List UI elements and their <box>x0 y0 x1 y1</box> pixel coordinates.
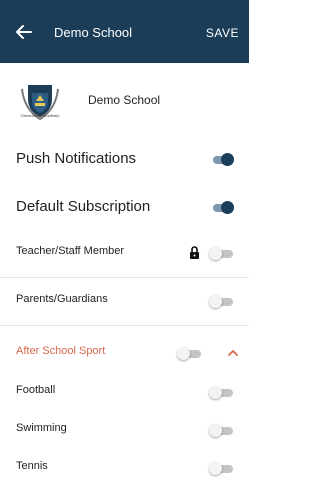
school-name: Demo School <box>88 93 161 107</box>
school-header: Greenfields Academy Demo School <box>0 63 249 128</box>
after-school-sport-toggle[interactable] <box>177 346 203 362</box>
teacher-staff-toggle[interactable] <box>209 246 235 262</box>
tennis-toggle[interactable] <box>209 461 235 477</box>
push-notifications-toggle[interactable] <box>209 152 235 168</box>
push-notifications-label: Push Notifications <box>16 150 137 167</box>
divider <box>0 325 249 326</box>
page-title: Demo School <box>54 25 133 40</box>
teacher-staff-label: Teacher/Staff Member <box>16 245 125 257</box>
after-school-sport-label: After School Sport <box>16 345 106 357</box>
parents-guardians-toggle[interactable] <box>209 294 235 310</box>
swimming-row: Swimming <box>0 417 249 443</box>
parents-guardians-row: Parents/Guardians <box>0 288 249 314</box>
football-toggle[interactable] <box>209 385 235 401</box>
tennis-label: Tennis <box>16 460 48 472</box>
tennis-row: Tennis <box>0 455 249 481</box>
football-row: Football <box>0 379 249 405</box>
default-subscription-toggle[interactable] <box>209 200 235 216</box>
divider <box>0 277 249 278</box>
logo-caption: Greenfields Academy <box>20 113 60 118</box>
chevron-up-icon[interactable] <box>227 348 239 358</box>
lock-icon <box>190 246 199 259</box>
save-button[interactable]: SAVE <box>206 26 239 40</box>
swimming-label: Swimming <box>16 422 67 434</box>
push-notifications-row: Push Notifications <box>0 145 249 173</box>
default-subscription-row: Default Subscription <box>0 193 249 221</box>
app-bar: Demo School SAVE <box>0 0 249 63</box>
swimming-toggle[interactable] <box>209 423 235 439</box>
teacher-staff-row: Teacher/Staff Member <box>0 240 249 266</box>
football-label: Football <box>16 384 56 396</box>
default-subscription-label: Default Subscription <box>16 198 151 215</box>
after-school-sport-row[interactable]: After School Sport <box>0 340 249 366</box>
parents-guardians-label: Parents/Guardians <box>16 293 108 305</box>
arrow-left-icon[interactable] <box>14 22 34 42</box>
